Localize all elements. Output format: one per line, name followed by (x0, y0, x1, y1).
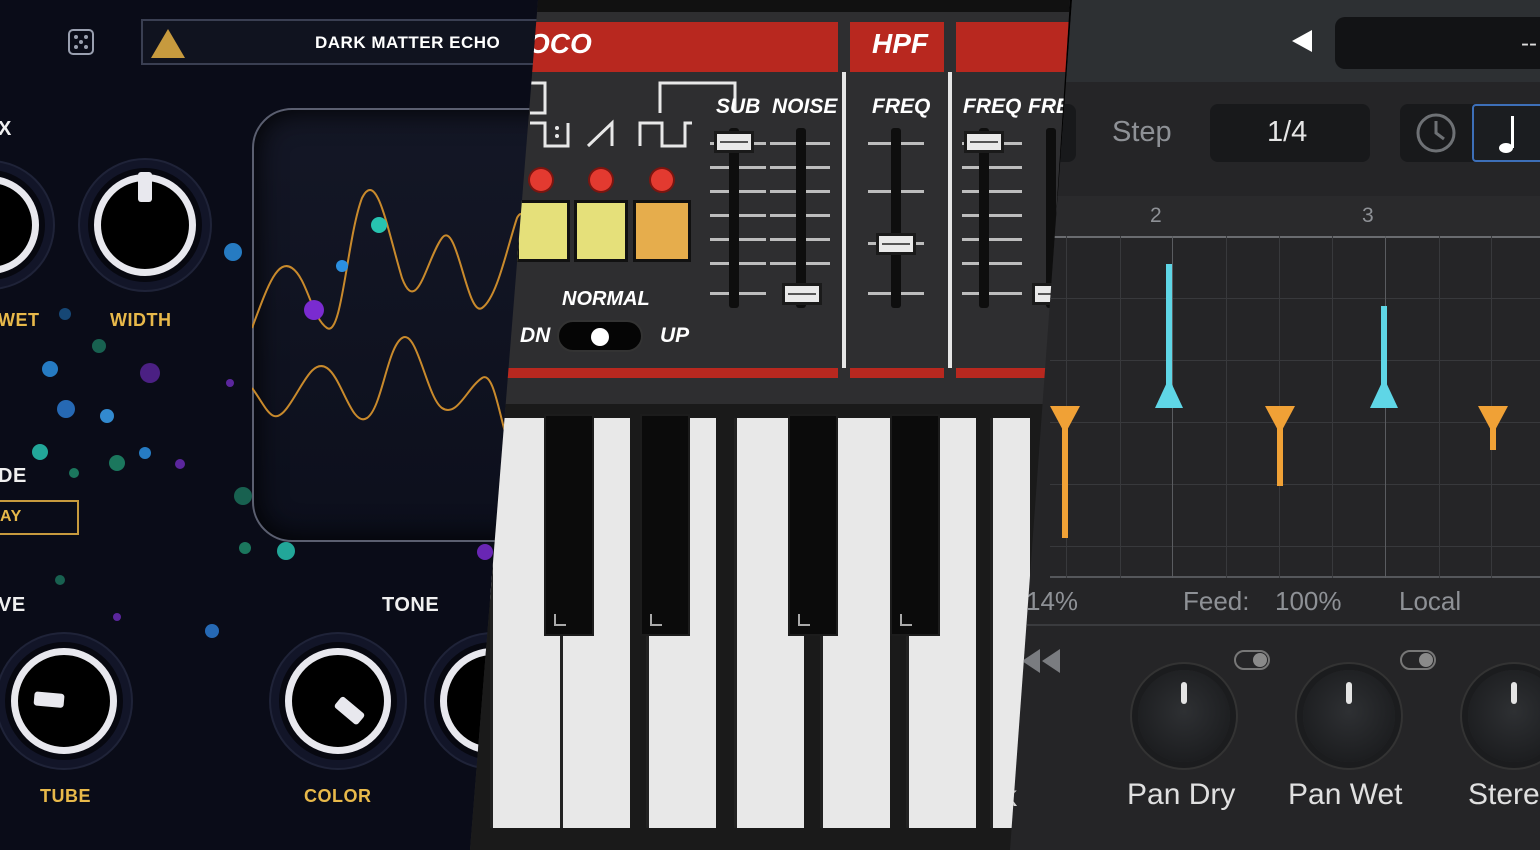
vcf-freq-label: FREQ (963, 95, 1022, 118)
tone-label: TONE (382, 594, 440, 616)
sub-label: SUB (716, 95, 761, 118)
pan-wet-knob[interactable] (1303, 670, 1395, 762)
width-label: WIDTH (110, 310, 172, 330)
grid-number-3: 3 (1362, 204, 1374, 227)
piano-black-key[interactable] (640, 414, 690, 636)
down-label: DN (520, 324, 551, 347)
noise-label: NOISE (772, 95, 838, 118)
wave-led-3 (651, 169, 673, 191)
pan-wet-label: Pan Wet (1288, 778, 1403, 811)
echo-plugin-panel: DARK MATTER ECHO X WET WIDTH DE AY VE TO… (0, 0, 560, 850)
rewind-icon[interactable] (1018, 646, 1064, 676)
readout-left-value: 14% (1026, 586, 1079, 616)
tube-knob[interactable] (5, 642, 123, 760)
wave-button-2[interactable] (574, 200, 628, 262)
piano-black-key[interactable] (788, 414, 838, 636)
mode-label: DE (0, 465, 27, 487)
piano-black-key[interactable] (544, 414, 594, 636)
dice-icon[interactable] (68, 29, 94, 55)
preset-selector[interactable]: DARK MATTER ECHO (141, 19, 560, 65)
wave-led-2 (590, 169, 612, 191)
stereo-label: Stere (1468, 778, 1540, 811)
hpf-freq-label: FREQ (872, 95, 931, 118)
vcf-header (956, 22, 1070, 72)
osc-header: OCO (500, 22, 838, 72)
step-value-box[interactable]: 1/4 (1210, 104, 1370, 162)
feed-label: Feed: (1183, 586, 1250, 616)
step-label: Step (1112, 116, 1172, 148)
pan-wet-link-toggle[interactable] (1400, 650, 1436, 670)
sequencer-panel: -- Step 1/4 2 3 14% Feed: 100% Local Pan… (1010, 0, 1540, 850)
tube-label: TUBE (40, 786, 91, 806)
pan-dry-knob[interactable] (1138, 670, 1230, 762)
wet-label: WET (0, 310, 40, 330)
hpf-header: HPF (850, 22, 944, 72)
grid-number-2: 2 (1150, 204, 1162, 227)
warning-triangle-icon (151, 29, 185, 58)
range-label: NORMAL (562, 288, 650, 310)
drive-label: VE (0, 594, 26, 616)
mode-value: Local (1399, 586, 1462, 616)
pan-dry-label: Pan Dry (1127, 778, 1236, 811)
synth-panel: OCO HPF SUB NOISE FREQ FREQ FRE NORMAL D… (470, 0, 1070, 850)
back-arrow-icon[interactable] (1290, 28, 1316, 54)
step-markers (1050, 264, 1508, 538)
clock-icon[interactable] (1414, 111, 1458, 155)
color-label: COLOR (304, 786, 372, 806)
section-label-mix: X (0, 118, 12, 140)
stereo-knob[interactable] (1468, 670, 1540, 762)
note-icon (1499, 116, 1514, 153)
color-knob[interactable] (279, 642, 397, 760)
feed-value: 100% (1275, 586, 1342, 616)
top-display: -- (1335, 17, 1540, 69)
range-toggle[interactable] (557, 320, 643, 352)
wave-button-3[interactable] (633, 200, 691, 262)
wave-button-1[interactable] (516, 200, 570, 262)
width-knob[interactable] (88, 168, 202, 282)
mode-value: AY (0, 508, 22, 525)
mode-selector[interactable]: AY (0, 500, 79, 535)
piano-black-key[interactable] (890, 414, 940, 636)
up-label: UP (660, 324, 690, 347)
note-sync-button[interactable] (1472, 104, 1540, 162)
wave-led-1 (530, 169, 552, 191)
preset-name: DARK MATTER ECHO (315, 33, 501, 52)
pan-dry-link-toggle[interactable] (1234, 650, 1270, 670)
